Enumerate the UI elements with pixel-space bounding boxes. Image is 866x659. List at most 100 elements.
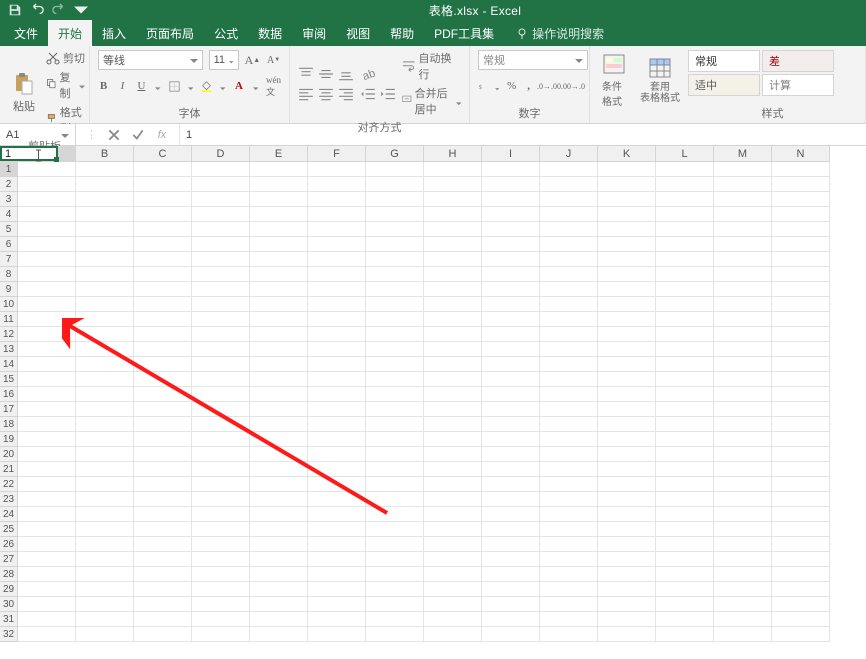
cell[interactable]: [192, 207, 250, 222]
cell[interactable]: [482, 327, 540, 342]
cell[interactable]: [540, 372, 598, 387]
cell[interactable]: [540, 312, 598, 327]
cell[interactable]: [598, 447, 656, 462]
cell[interactable]: [424, 207, 482, 222]
cell[interactable]: [482, 492, 540, 507]
cell[interactable]: [192, 357, 250, 372]
cell[interactable]: [656, 357, 714, 372]
row-header[interactable]: 23: [0, 492, 18, 507]
cell[interactable]: [366, 267, 424, 282]
cell[interactable]: [18, 582, 76, 597]
cell[interactable]: [482, 552, 540, 567]
cell[interactable]: [308, 612, 366, 627]
font-size-combo[interactable]: 11: [209, 50, 239, 70]
cell[interactable]: [772, 492, 830, 507]
cell[interactable]: [540, 507, 598, 522]
cell[interactable]: [18, 342, 76, 357]
row-header[interactable]: 12: [0, 327, 18, 342]
cell[interactable]: [18, 432, 76, 447]
active-cell-a1[interactable]: 1: [0, 146, 58, 161]
cell[interactable]: [424, 342, 482, 357]
cell[interactable]: [366, 432, 424, 447]
cell[interactable]: [540, 417, 598, 432]
cell[interactable]: [366, 192, 424, 207]
cell[interactable]: [308, 252, 366, 267]
cell[interactable]: [714, 372, 772, 387]
cell[interactable]: [76, 402, 134, 417]
cell[interactable]: [772, 522, 830, 537]
number-format-combo[interactable]: 常规: [478, 50, 588, 70]
cell[interactable]: [366, 522, 424, 537]
cell[interactable]: [598, 492, 656, 507]
cell[interactable]: [772, 432, 830, 447]
cell[interactable]: [598, 207, 656, 222]
cell[interactable]: [76, 477, 134, 492]
cell[interactable]: [714, 162, 772, 177]
cell[interactable]: [250, 507, 308, 522]
cell[interactable]: [18, 267, 76, 282]
cell[interactable]: [714, 282, 772, 297]
align-bottom-icon[interactable]: [338, 66, 354, 82]
row-header[interactable]: 16: [0, 387, 18, 402]
cell[interactable]: [772, 402, 830, 417]
cell[interactable]: [250, 342, 308, 357]
cell[interactable]: [482, 612, 540, 627]
cell[interactable]: [772, 252, 830, 267]
cell[interactable]: [482, 462, 540, 477]
cell[interactable]: [250, 597, 308, 612]
cell[interactable]: [192, 522, 250, 537]
cell[interactable]: [134, 462, 192, 477]
cell[interactable]: [540, 387, 598, 402]
cell[interactable]: [18, 357, 76, 372]
cell[interactable]: [192, 297, 250, 312]
row-header[interactable]: 5: [0, 222, 18, 237]
row-header[interactable]: 19: [0, 432, 18, 447]
cell[interactable]: [76, 297, 134, 312]
cell[interactable]: [134, 627, 192, 642]
cell[interactable]: [18, 402, 76, 417]
cell[interactable]: [18, 372, 76, 387]
cell[interactable]: [714, 387, 772, 402]
cell[interactable]: [250, 177, 308, 192]
cell[interactable]: [250, 252, 308, 267]
borders-button[interactable]: [169, 78, 180, 94]
merge-center-button[interactable]: 合并后居中: [402, 85, 461, 117]
cell[interactable]: [424, 372, 482, 387]
cell[interactable]: [76, 327, 134, 342]
cell[interactable]: [250, 327, 308, 342]
conditional-formatting-button[interactable]: 条件格式: [598, 50, 630, 110]
row-header[interactable]: 29: [0, 582, 18, 597]
cell[interactable]: [366, 222, 424, 237]
cell[interactable]: [714, 612, 772, 627]
cell[interactable]: [772, 552, 830, 567]
cell[interactable]: [598, 327, 656, 342]
row-header[interactable]: 8: [0, 267, 18, 282]
cell[interactable]: [134, 207, 192, 222]
cell[interactable]: [482, 372, 540, 387]
cell[interactable]: [366, 342, 424, 357]
cell[interactable]: [18, 387, 76, 402]
cell[interactable]: [598, 342, 656, 357]
cell[interactable]: [714, 447, 772, 462]
format-as-table-button[interactable]: 套用 表格格式: [636, 54, 684, 106]
cell[interactable]: [540, 282, 598, 297]
cell[interactable]: [192, 267, 250, 282]
cell[interactable]: [308, 297, 366, 312]
cell[interactable]: [134, 552, 192, 567]
copy-button[interactable]: 复制: [46, 69, 85, 101]
cell[interactable]: [18, 567, 76, 582]
cell[interactable]: [366, 237, 424, 252]
cell[interactable]: [192, 312, 250, 327]
cell[interactable]: [18, 552, 76, 567]
cell[interactable]: [366, 282, 424, 297]
cell[interactable]: [772, 342, 830, 357]
cell[interactable]: [366, 207, 424, 222]
cell[interactable]: [772, 612, 830, 627]
cell[interactable]: [482, 537, 540, 552]
cell[interactable]: [772, 267, 830, 282]
cell[interactable]: [540, 522, 598, 537]
cell[interactable]: [482, 297, 540, 312]
cell[interactable]: [714, 402, 772, 417]
column-header[interactable]: H: [424, 146, 482, 162]
cell[interactable]: [76, 162, 134, 177]
